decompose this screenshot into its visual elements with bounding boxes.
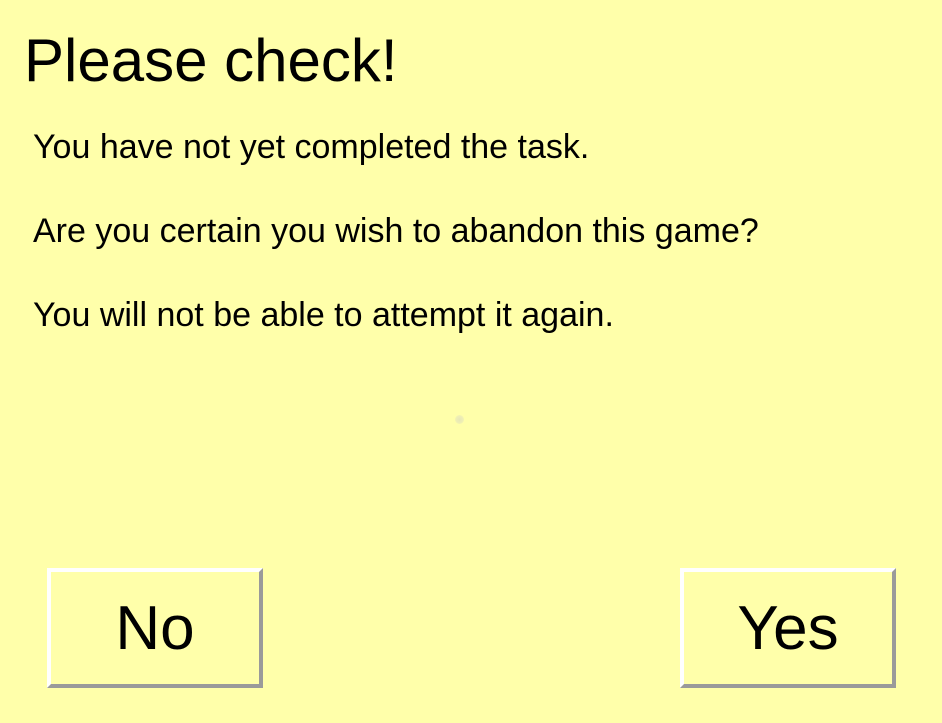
- cursor-dot: [455, 415, 464, 424]
- yes-button[interactable]: Yes: [680, 568, 896, 688]
- message-incomplete-task: You have not yet completed the task.: [33, 128, 590, 166]
- no-button[interactable]: No: [47, 568, 263, 688]
- dialog-title: Please check!: [24, 27, 398, 94]
- message-abandon-question: Are you certain you wish to abandon this…: [33, 212, 759, 250]
- message-no-retry-warning: You will not be able to attempt it again…: [33, 296, 614, 334]
